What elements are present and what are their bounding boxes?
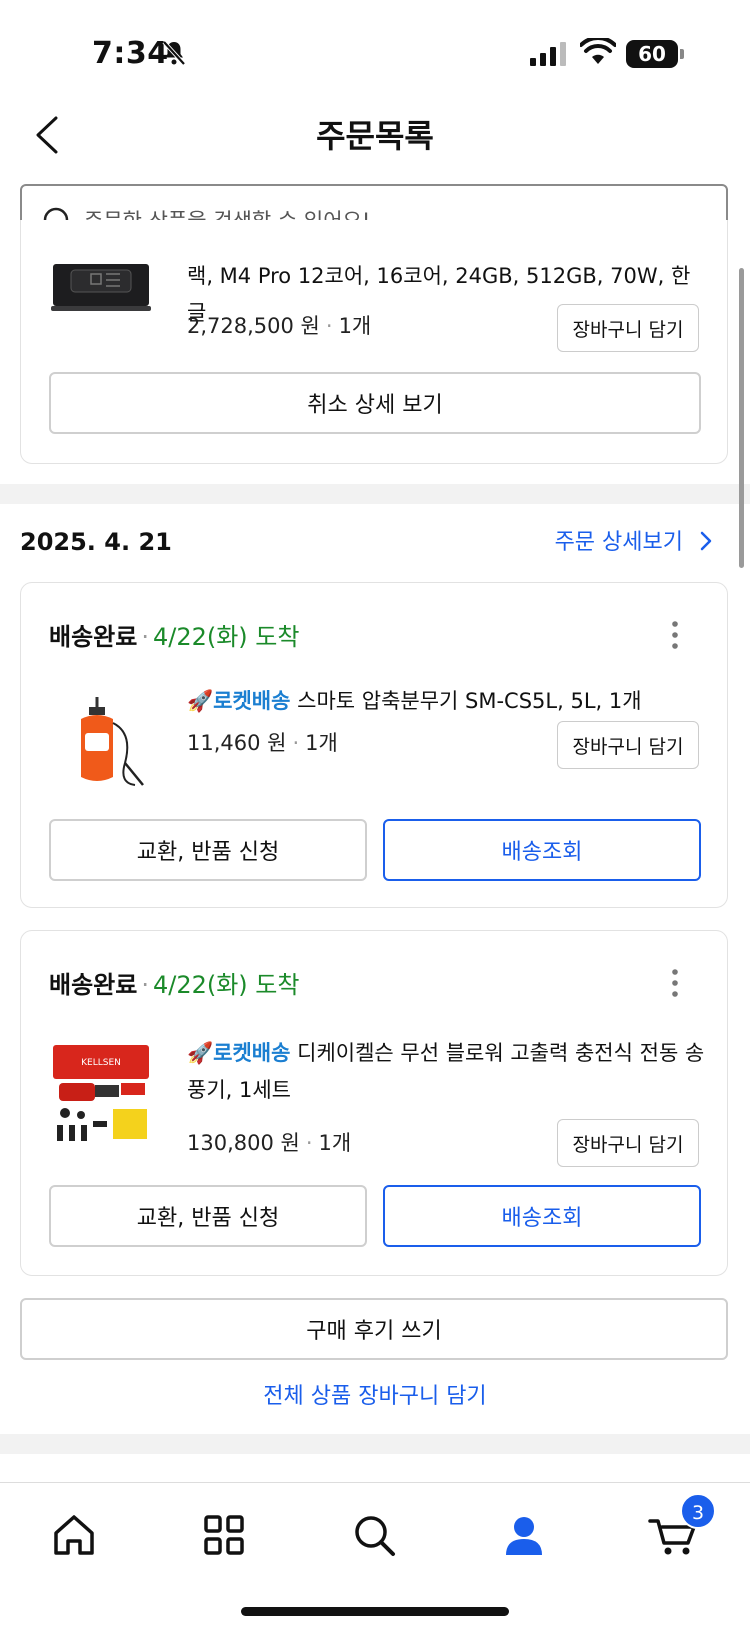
delivery-status: 배송완료 · 4/22(화) 도착: [49, 623, 300, 651]
status-label: 배송완료: [49, 623, 138, 651]
track-delivery-button[interactable]: 배송조회: [383, 1185, 701, 1247]
quantity: 1개: [305, 731, 338, 755]
page-title: 주문목록: [316, 117, 434, 155]
home-icon[interactable]: [44, 1505, 104, 1565]
order-card-partial: 랙, M4 Pro 12코어, 16코어, 24GB, 512GB, 70W, …: [20, 220, 728, 464]
svg-text:KELLSEN: KELLSEN: [81, 1058, 121, 1068]
add-all-to-cart-link[interactable]: 전체 상품 장바구니 담기: [0, 1378, 750, 1410]
cart-count-badge: 3: [680, 1493, 716, 1529]
my-page-icon[interactable]: [494, 1505, 554, 1565]
status-time: 7:34: [92, 36, 169, 71]
rocket-icon: 🚀: [187, 689, 214, 713]
product-title: 스마토 압축분무기 SM-CS5L, 5L, 1개: [297, 689, 642, 713]
section-divider: [0, 484, 750, 504]
scrollbar[interactable]: [739, 268, 744, 568]
bottom-tab-bar: 3: [0, 1482, 750, 1629]
price: 11,460 원: [187, 731, 287, 755]
cancel-detail-button[interactable]: 취소 상세 보기: [49, 372, 701, 434]
rocket-delivery-badge: 로켓배송: [213, 1041, 291, 1065]
home-indicator: [241, 1607, 509, 1616]
bell-muted-icon: [162, 40, 186, 66]
rocket-delivery-badge: 로켓배송: [213, 689, 291, 713]
wifi-icon: [580, 38, 616, 64]
product-thumbnail-laptop: [51, 264, 151, 311]
order-detail-link[interactable]: 주문 상세보기: [555, 524, 714, 556]
search-icon[interactable]: [344, 1505, 404, 1565]
exchange-return-button[interactable]: 교환, 반품 신청: [49, 819, 367, 881]
write-review-button[interactable]: 구매 후기 쓰기: [20, 1298, 728, 1360]
quantity: 1개: [338, 314, 372, 338]
categories-icon[interactable]: [194, 1505, 254, 1565]
order-item-card: 배송완료 · 4/22(화) 도착 KELLSEN 🚀로켓배송 디케이켈슨 무선 블…: [20, 930, 728, 1276]
price: 130,800 원: [187, 1131, 300, 1155]
arrival-date: 4/22(화) 도착: [152, 623, 300, 651]
order-item-card: 배송완료 · 4/22(화) 도착 🚀로켓배송 스마토 압축분무기 SM-CS5L,…: [20, 582, 728, 908]
delivery-status: 배송완료 · 4/22(화) 도착: [49, 971, 300, 999]
exchange-return-button[interactable]: 교환, 반품 신청: [49, 1185, 367, 1247]
chevron-right-icon: [700, 531, 712, 551]
status-label: 배송완료: [49, 971, 138, 999]
quantity: 1개: [318, 1131, 352, 1155]
rocket-icon: 🚀: [187, 1041, 214, 1065]
order-date: 2025. 4. 21: [20, 528, 172, 556]
order-detail-label: 주문 상세보기: [554, 530, 683, 555]
more-options-icon[interactable]: [665, 619, 685, 651]
price-line: 130,800 원 · 1개: [187, 1131, 352, 1155]
track-delivery-button[interactable]: 배송조회: [383, 819, 701, 881]
arrival-date: 4/22(화) 도착: [152, 971, 300, 999]
status-bar: 7:34 60: [0, 0, 750, 100]
price-line: 11,460 원 · 1개: [187, 731, 338, 755]
add-to-cart-button[interactable]: 장바구니 담기: [557, 304, 699, 352]
price: 2,728,500 원: [187, 314, 320, 338]
product-name[interactable]: 🚀로켓배송 디케이켈슨 무선 블로워 고출력 충전식 전동 송풍기, 1세트: [187, 1035, 707, 1109]
battery-indicator: 60: [626, 40, 684, 68]
signal-icon: [530, 42, 566, 66]
section-divider: [0, 1434, 750, 1454]
price-line: 2,728,500 원 · 1개: [187, 314, 372, 338]
add-to-cart-button[interactable]: 장바구니 담기: [557, 721, 699, 769]
more-options-icon[interactable]: [665, 967, 685, 999]
product-thumbnail-sprayer: [81, 697, 144, 786]
product-thumbnail-blower: KELLSEN: [53, 1045, 149, 1141]
product-name[interactable]: 🚀로켓배송 스마토 압축분무기 SM-CS5L, 5L, 1개: [187, 683, 707, 720]
add-to-cart-button[interactable]: 장바구니 담기: [557, 1119, 699, 1167]
